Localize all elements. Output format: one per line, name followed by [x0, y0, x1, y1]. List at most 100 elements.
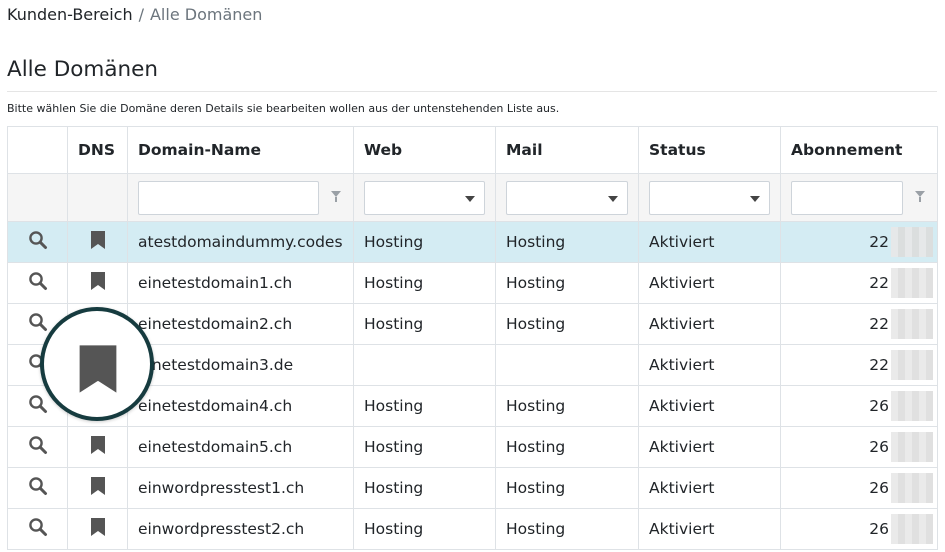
title-divider	[7, 91, 937, 92]
row-action-cell	[7, 221, 68, 263]
search-icon[interactable]	[28, 476, 48, 500]
search-icon[interactable]	[28, 394, 48, 418]
column-header-dns[interactable]: DNS	[67, 126, 128, 174]
page-title: Alle Domänen	[7, 57, 159, 82]
row-action-cell	[7, 262, 68, 304]
row-dns-cell	[67, 262, 128, 304]
breadcrumb: Kunden-Bereich / Alle Domänen	[7, 5, 262, 25]
row-action-cell	[7, 426, 68, 468]
filter-cell-domain-name	[127, 173, 354, 222]
status-cell: Aktiviert	[638, 221, 781, 263]
bookmark-icon[interactable]	[90, 517, 106, 541]
domain-name-cell[interactable]: einetestdomain1.ch	[127, 262, 354, 304]
domain-name-cell[interactable]: einetestdomain5.ch	[127, 426, 354, 468]
breadcrumb-link-kunden-bereich[interactable]: Kunden-Bereich	[7, 5, 133, 24]
domain-name-cell[interactable]: einetestdomain2.ch	[127, 303, 354, 345]
web-cell: Hosting	[353, 385, 496, 427]
mail-cell: Hosting	[495, 508, 639, 550]
table-header-row: DNS Domain-Name Web Mail Status Abonneme…	[7, 126, 938, 174]
status-cell: Aktiviert	[638, 303, 781, 345]
filter-icon[interactable]	[915, 190, 925, 202]
table-row[interactable]: einetestdomain1.ch Hosting Hosting Aktiv…	[7, 262, 938, 304]
column-header-domain-name[interactable]: Domain-Name	[127, 126, 354, 174]
filter-cell-abonnement	[780, 173, 938, 222]
domain-name-filter-input[interactable]	[138, 180, 319, 215]
filter-row	[7, 173, 938, 222]
bookmark-icon[interactable]	[90, 476, 106, 500]
breadcrumb-current: Alle Domänen	[149, 5, 263, 24]
mail-cell: Hosting	[495, 303, 639, 345]
abonnement-value: 26	[869, 520, 889, 538]
mail-cell: Hosting	[495, 385, 639, 427]
breadcrumb-separator: /	[138, 5, 144, 24]
abonnement-value: 26	[869, 397, 889, 415]
mail-filter-select[interactable]	[506, 180, 628, 215]
bookmark-icon[interactable]	[90, 230, 106, 254]
redacted-region	[891, 268, 933, 298]
mail-cell: Hosting	[495, 262, 639, 304]
table-row[interactable]: einwordpresstest1.ch Hosting Hosting Akt…	[7, 467, 938, 509]
page-subtitle: Bitte wählen Sie die Domäne deren Detail…	[7, 102, 560, 115]
web-cell: Hosting	[353, 467, 496, 509]
row-dns-cell	[67, 467, 128, 509]
search-icon[interactable]	[28, 271, 48, 295]
mail-cell: Hosting	[495, 221, 639, 263]
abonnement-cell: 22	[780, 221, 938, 263]
magnifier-callout	[40, 307, 154, 421]
table-row[interactable]: einetestdomain4.ch Hosting Hosting Aktiv…	[7, 385, 938, 427]
abonnement-value: 26	[869, 479, 889, 497]
abonnement-cell: 26	[780, 426, 938, 468]
redacted-region	[891, 350, 933, 380]
filter-icon[interactable]	[331, 190, 341, 202]
status-filter-select[interactable]	[649, 180, 770, 215]
search-icon[interactable]	[28, 230, 48, 254]
table-row[interactable]: einwordpresstest2.ch Hosting Hosting Akt…	[7, 508, 938, 550]
redacted-region	[891, 227, 933, 257]
abonnement-value: 22	[869, 315, 889, 333]
filter-cell-web	[353, 173, 496, 222]
redacted-region	[891, 432, 933, 462]
search-icon[interactable]	[28, 517, 48, 541]
mail-cell: Hosting	[495, 426, 639, 468]
status-cell: Aktiviert	[638, 467, 781, 509]
abonnement-cell: 26	[780, 467, 938, 509]
bookmark-icon[interactable]	[90, 435, 106, 459]
domain-name-cell[interactable]: einwordpresstest1.ch	[127, 467, 354, 509]
table-row[interactable]: atestdomaindummy.codes Hosting Hosting A…	[7, 221, 938, 263]
domain-name-cell[interactable]: einetestdomain3.de	[127, 344, 354, 386]
redacted-region	[891, 309, 933, 339]
abonnement-cell: 22	[780, 344, 938, 386]
abonnement-filter-input[interactable]	[791, 180, 903, 215]
web-cell	[353, 344, 496, 386]
filter-cell-status	[638, 173, 781, 222]
domain-name-cell[interactable]: atestdomaindummy.codes	[127, 221, 354, 263]
domain-name-cell[interactable]: einetestdomain4.ch	[127, 385, 354, 427]
chevron-down-icon	[608, 195, 618, 202]
redacted-region	[891, 473, 933, 503]
search-icon[interactable]	[28, 312, 48, 336]
status-cell: Aktiviert	[638, 385, 781, 427]
row-action-cell	[7, 467, 68, 509]
status-cell: Aktiviert	[638, 426, 781, 468]
abonnement-cell: 26	[780, 385, 938, 427]
web-filter-select[interactable]	[364, 180, 485, 215]
abonnement-value: 22	[869, 233, 889, 251]
abonnement-cell: 26	[780, 508, 938, 550]
column-header-web[interactable]: Web	[353, 126, 496, 174]
search-icon[interactable]	[28, 435, 48, 459]
redacted-region	[891, 391, 933, 421]
column-header-mail[interactable]: Mail	[495, 126, 639, 174]
abonnement-cell: 22	[780, 262, 938, 304]
row-dns-cell	[67, 426, 128, 468]
bookmark-icon[interactable]	[90, 271, 106, 295]
column-header-abonnement[interactable]: Abonnement	[780, 126, 938, 174]
row-action-cell	[7, 508, 68, 550]
filter-cell-empty	[7, 173, 68, 222]
filter-cell-empty	[67, 173, 128, 222]
column-header-status[interactable]: Status	[638, 126, 781, 174]
domain-name-cell[interactable]: einwordpresstest2.ch	[127, 508, 354, 550]
status-cell: Aktiviert	[638, 344, 781, 386]
table-row[interactable]: einetestdomain5.ch Hosting Hosting Aktiv…	[7, 426, 938, 468]
abonnement-value: 26	[869, 438, 889, 456]
row-dns-cell	[67, 508, 128, 550]
